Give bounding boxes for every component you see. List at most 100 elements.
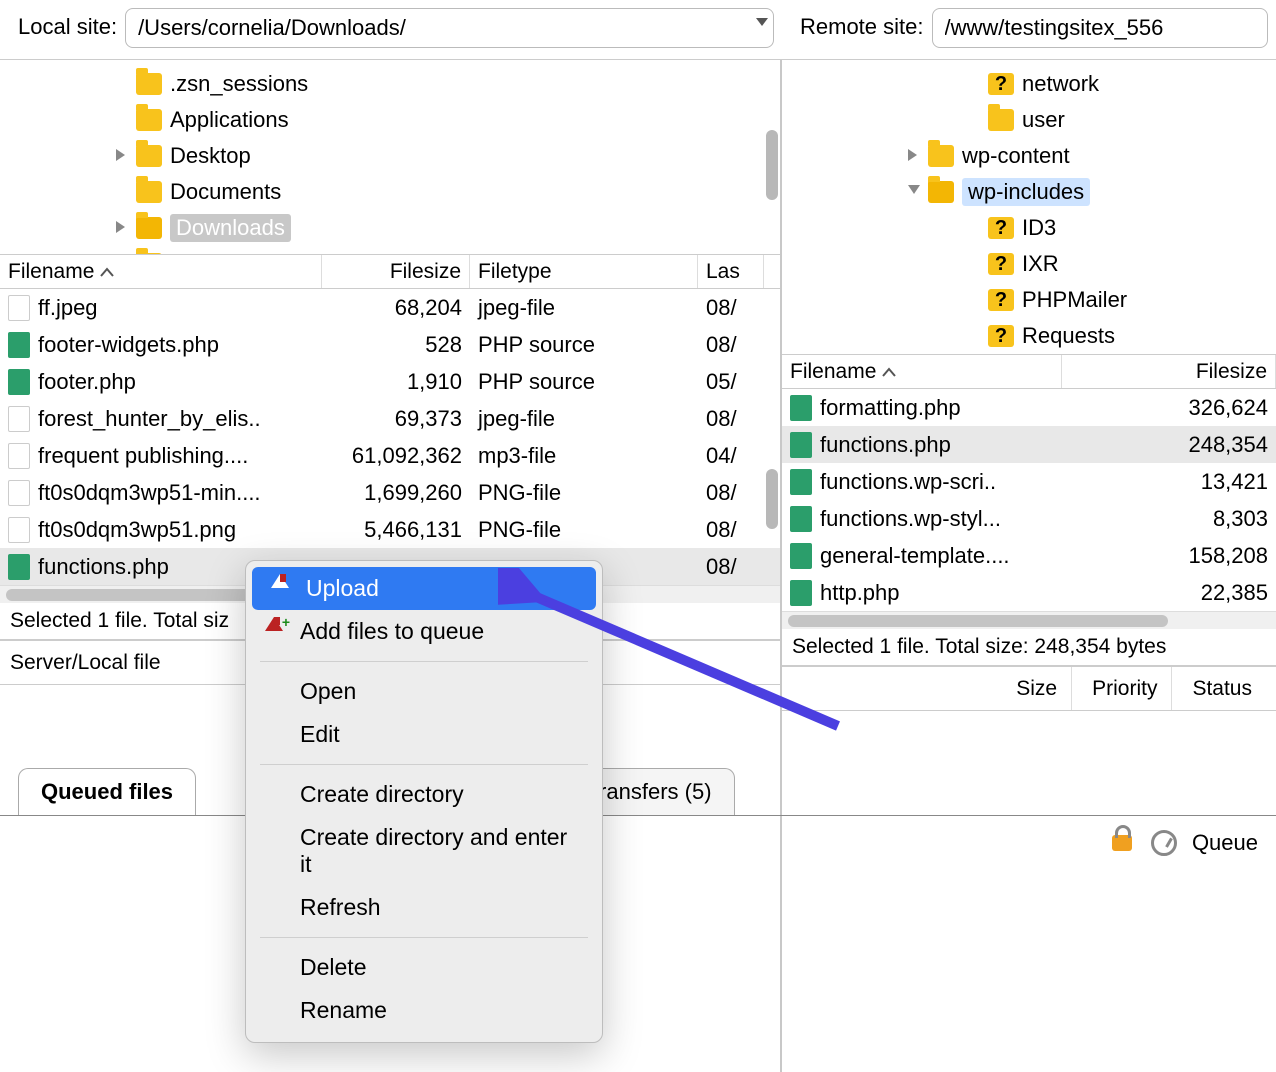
menu-item-open[interactable]: Open [246, 670, 602, 713]
tree-item[interactable]: Documents [0, 174, 780, 210]
remote-status: Selected 1 file. Total size: 248,354 byt… [782, 629, 1276, 667]
remote-site-path-input[interactable] [932, 8, 1269, 48]
tree-item[interactable]: ?Requests [782, 318, 1276, 354]
lock-icon[interactable] [1108, 829, 1136, 857]
unknown-folder-icon: ? [988, 253, 1014, 275]
folder-icon [136, 253, 162, 255]
menu-item-refresh[interactable]: Refresh [246, 886, 602, 929]
folder-icon [136, 73, 162, 95]
chevron-right-icon[interactable] [116, 149, 125, 161]
file-type: jpeg-file [470, 406, 698, 432]
tree-item-label: .zsn_sessions [170, 71, 308, 97]
tree-item[interactable]: Downloads [0, 210, 780, 246]
tree-item[interactable]: user [782, 102, 1276, 138]
tree-item[interactable]: Applications [0, 102, 780, 138]
file-row[interactable]: ft0s0dqm3wp51.png5,466,131PNG-file08/ [0, 511, 780, 548]
col-lastmod[interactable]: Las [698, 255, 764, 288]
tree-item-label: PHPMailer [1022, 287, 1127, 313]
file-row[interactable]: functions.wp-styl...8,303 [782, 500, 1276, 537]
scrollbar-thumb[interactable] [766, 469, 778, 529]
chevron-down-icon[interactable] [908, 185, 920, 194]
tab-queued-files[interactable]: Queued files [18, 768, 196, 815]
col-filename[interactable]: Filename [0, 255, 322, 288]
remote-file-list: Filename Filesize formatting.php326,624f… [782, 355, 1276, 667]
file-row[interactable]: forest_hunter_by_elis..69,373jpeg-file08… [0, 400, 780, 437]
file-name: frequent publishing.... [38, 443, 248, 469]
file-name: functions.php [38, 554, 169, 580]
col-filename[interactable]: Filename [782, 355, 1062, 388]
file-row[interactable]: frequent publishing....61,092,362mp3-fil… [0, 437, 780, 474]
file-icon [8, 480, 30, 506]
tree-item-label: user [1022, 107, 1065, 133]
file-row[interactable]: ft0s0dqm3wp51-min....1,699,260PNG-file08… [0, 474, 780, 511]
tree-item[interactable]: wp-content [782, 138, 1276, 174]
unknown-folder-icon: ? [988, 325, 1014, 347]
tree-item[interactable]: Library [0, 246, 780, 255]
file-name: ft0s0dqm3wp51.png [38, 517, 236, 543]
menu-item-add-files-to-queue[interactable]: +Add files to queue [246, 610, 602, 653]
remote-list-header[interactable]: Filename Filesize [782, 355, 1276, 389]
menu-item-label: Upload [306, 575, 379, 601]
tree-item[interactable]: .zsn_sessions [0, 66, 780, 102]
file-type: mp3-file [470, 443, 698, 469]
tree-item[interactable]: Desktop [0, 138, 780, 174]
php-file-icon [790, 395, 812, 421]
file-row[interactable]: formatting.php326,624 [782, 389, 1276, 426]
col-filesize[interactable]: Filesize [1062, 355, 1276, 388]
chevron-right-icon[interactable] [908, 149, 917, 161]
php-file-icon [790, 506, 812, 532]
local-site-path-input[interactable] [125, 8, 774, 48]
col-filetype[interactable]: Filetype [470, 255, 698, 288]
remote-folder-tree[interactable]: ?network user wp-contentwp-includes?ID3?IX… [782, 60, 1276, 355]
file-name: footer.php [38, 369, 136, 395]
file-icon [8, 517, 30, 543]
menu-item-rename[interactable]: Rename [246, 989, 602, 1032]
tree-item-label: Library [170, 251, 237, 255]
menu-item-label: Delete [300, 954, 366, 980]
file-row[interactable]: ff.jpeg68,204jpeg-file08/ [0, 289, 780, 326]
file-row[interactable]: http.php22,385 [782, 574, 1276, 611]
tree-item[interactable]: wp-includes [782, 174, 1276, 210]
tree-item[interactable]: ?network [782, 66, 1276, 102]
top-path-row: Local site: Remote site: [0, 0, 1276, 60]
tree-item[interactable]: ?IXR [782, 246, 1276, 282]
menu-item-upload[interactable]: Upload [252, 567, 596, 610]
tree-item-label: Applications [170, 107, 289, 133]
hscrollbar[interactable] [782, 611, 1276, 629]
col-filesize[interactable]: Filesize [322, 255, 470, 288]
folder-icon [928, 181, 954, 203]
transfer-tabs: Queued files ransfers (5) [0, 766, 1276, 816]
file-row[interactable]: general-template....158,208 [782, 537, 1276, 574]
remote-panel: ?network user wp-contentwp-includes?ID3?IX… [782, 60, 1276, 1072]
file-row[interactable]: functions.php248,354 [782, 426, 1276, 463]
menu-item-create-directory-and-enter-it[interactable]: Create directory and enter it [246, 816, 602, 886]
menu-item-label: Add files to queue [300, 618, 484, 644]
unknown-folder-icon: ? [988, 73, 1014, 95]
col-size[interactable]: Size [1016, 667, 1072, 710]
file-type: PHP source [470, 332, 698, 358]
folder-icon [136, 181, 162, 203]
php-file-icon [790, 580, 812, 606]
file-type: PNG-file [470, 480, 698, 506]
file-row[interactable]: footer.php1,910PHP source05/ [0, 363, 780, 400]
file-row[interactable]: functions.wp-scri..13,421 [782, 463, 1276, 500]
file-name: ff.jpeg [38, 295, 98, 321]
menu-item-delete[interactable]: Delete [246, 946, 602, 989]
scrollbar-thumb[interactable] [766, 130, 778, 200]
unknown-folder-icon: ? [988, 289, 1014, 311]
col-status[interactable]: Status [1192, 667, 1266, 710]
menu-item-edit[interactable]: Edit [246, 713, 602, 756]
chevron-right-icon[interactable] [116, 221, 125, 233]
file-name: ft0s0dqm3wp51-min.... [38, 480, 261, 506]
gauge-icon[interactable] [1150, 829, 1178, 857]
col-priority[interactable]: Priority [1092, 667, 1172, 710]
tree-item[interactable]: ?ID3 [782, 210, 1276, 246]
file-row[interactable]: footer-widgets.php528PHP source08/ [0, 326, 780, 363]
file-modified: 08/ [698, 406, 764, 432]
folder-icon [988, 109, 1014, 131]
local-list-header[interactable]: Filename Filesize Filetype Las [0, 255, 780, 289]
tree-item[interactable]: ? PHPMailer [782, 282, 1276, 318]
menu-item-create-directory[interactable]: Create directory [246, 773, 602, 816]
local-folder-tree[interactable]: .zsn_sessions Applications DesktopDocument… [0, 60, 780, 255]
file-size: 69,373 [322, 406, 470, 432]
